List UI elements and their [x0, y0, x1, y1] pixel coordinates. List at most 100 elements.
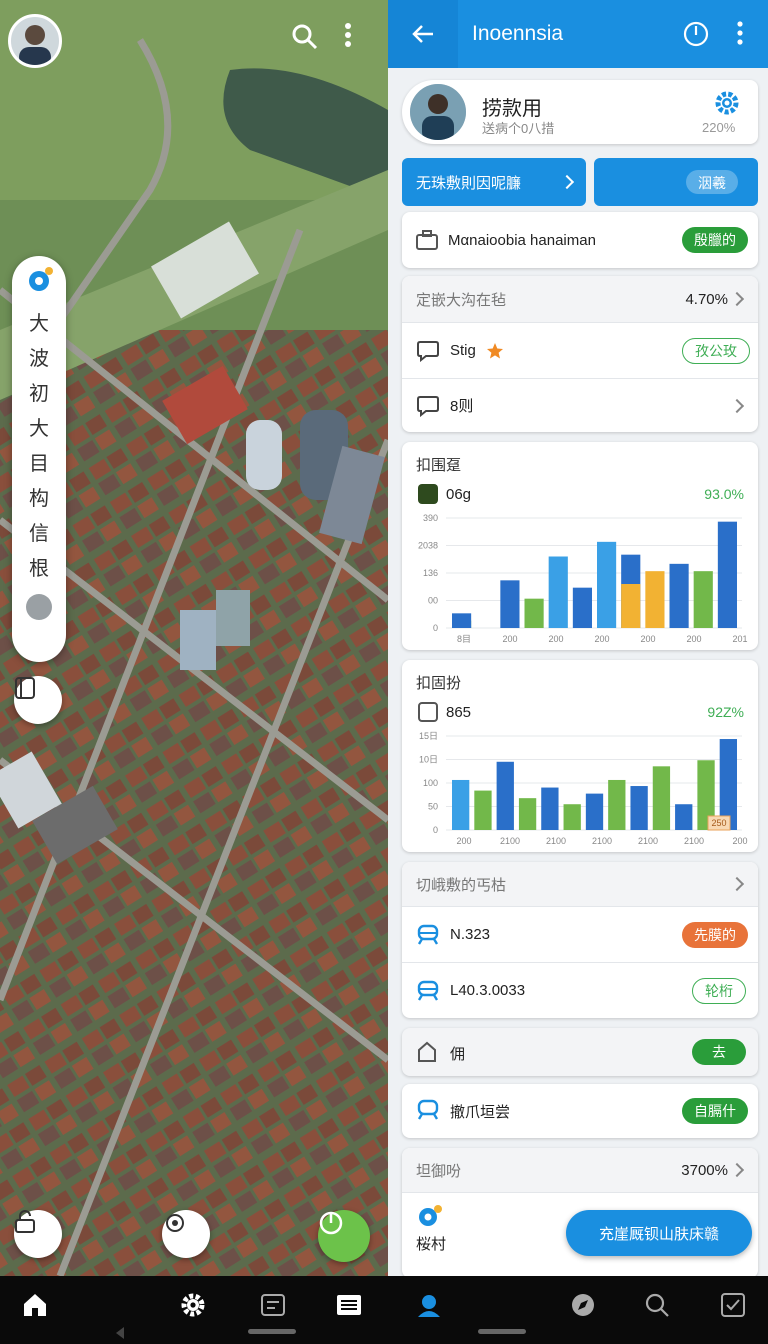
note-icon	[261, 1294, 285, 1316]
chart-title: 扣围趸	[416, 457, 462, 474]
chevron-right-icon	[729, 876, 745, 892]
list-header[interactable]: 坦御吩 3700%	[402, 1148, 758, 1192]
layers-icon	[15, 677, 35, 699]
sidebar-char[interactable]: 波	[29, 341, 49, 376]
chart-bar	[597, 541, 617, 628]
map-view[interactable]: 大 波 初 大 目 构 信 根	[0, 0, 388, 1276]
sidebar-char[interactable]: 信	[29, 516, 49, 551]
devices-list-card: 切峨敷的丐枯 N.323 先膜的 L40.3.0033 轮桁	[402, 862, 758, 1018]
nav-notes[interactable]	[258, 1290, 288, 1320]
y-tick-label: 15日	[419, 731, 438, 741]
profile-card[interactable]: 捞款用 送病个0八措 220%	[402, 80, 758, 144]
nav-explore[interactable]	[568, 1290, 598, 1320]
chart-bar	[474, 790, 492, 830]
page-title: Inoennsia	[472, 22, 564, 45]
sidebar-char[interactable]: 构	[29, 481, 49, 516]
recenter-button[interactable]	[162, 1210, 210, 1258]
secondary-action-button[interactable]: 洇羲	[594, 158, 758, 206]
row-label: 撤爪垣尝	[450, 1104, 511, 1121]
status-badge: 自膈什	[682, 1098, 748, 1124]
list-item[interactable]: Stig 孜公玫	[402, 322, 758, 378]
x-tick-label: 200	[456, 836, 471, 846]
map-layer-sidebar: 大 波 初 大 目 构 信 根	[12, 256, 66, 662]
x-tick-label: 2100	[638, 836, 658, 846]
person-icon	[410, 84, 466, 140]
list-item-label: N.323	[450, 926, 491, 943]
nav-home[interactable]	[20, 1290, 50, 1320]
list-icon	[337, 1295, 361, 1315]
sidebar-char[interactable]: 大	[29, 411, 49, 446]
sidebar-char[interactable]: 大	[29, 306, 49, 341]
chevron-right-icon	[559, 174, 575, 190]
x-tick-label: 200	[594, 634, 609, 644]
info-text: Mαnaioobia hanaiman	[448, 232, 596, 249]
more-menu-button[interactable]	[736, 20, 752, 48]
nav-list[interactable]	[334, 1290, 364, 1320]
x-tick-label: 2100	[546, 836, 566, 846]
gear-icon	[181, 1293, 205, 1317]
nav-tasks[interactable]	[718, 1290, 748, 1320]
lock-button[interactable]	[14, 1210, 62, 1258]
list-header[interactable]: 切峨敷的丐枯	[402, 862, 758, 906]
x-tick-label: 2100	[592, 836, 612, 846]
chart-bar	[548, 556, 568, 628]
user-avatar[interactable]	[8, 14, 62, 68]
chart-bar	[452, 779, 470, 830]
single-row-card[interactable]: 撤爪垣尝 自膈什	[402, 1084, 758, 1138]
list-header[interactable]: 定嵌大沟在毡 4.70%	[402, 276, 758, 322]
more-menu-button[interactable]	[344, 22, 366, 54]
arrow-left-icon	[412, 25, 433, 43]
nav-search[interactable]	[642, 1290, 672, 1320]
layers-button[interactable]	[14, 676, 62, 724]
primary-action-label: 无珠敷則因呢臁	[416, 174, 522, 192]
chart-subtitle: 06g	[446, 486, 472, 503]
compass-icon[interactable]	[26, 594, 52, 620]
secondary-action-label: 洇羲	[686, 170, 738, 194]
single-row-card[interactable]: 佣 去	[402, 1028, 758, 1076]
x-tick-label: 2100	[500, 836, 520, 846]
system-home-bar[interactable]	[248, 1329, 296, 1334]
list-item[interactable]: L40.3.0033 轮桁	[402, 962, 758, 1018]
list-header-title: 切峨敷的丐枯	[416, 876, 507, 894]
list-item[interactable]: N.323 先膜的	[402, 906, 758, 962]
back-button[interactable]	[388, 0, 458, 68]
start-button[interactable]	[318, 1210, 370, 1262]
chart-card-2[interactable]: 扣固扮 865 92Z% 15日 10日 100 50 0 200 2100 2100 2100…	[402, 660, 758, 852]
chart-bar	[541, 787, 559, 830]
search-button[interactable]	[290, 22, 322, 54]
row-label: 佣	[450, 1046, 466, 1063]
stats-list-card: 定嵌大沟在毡 4.70% Stig 孜公玫 8则	[402, 276, 758, 432]
chevron-right-icon	[729, 398, 745, 413]
chevron-right-icon	[729, 291, 745, 307]
chart-percent: 93.0%	[704, 486, 744, 502]
sidebar-char[interactable]: 目	[29, 446, 49, 481]
bar-chart-1: 39020381360008目 200 200 200 200 200 201	[418, 513, 748, 644]
briefcase-icon	[416, 230, 438, 250]
list-item[interactable]: 8则	[402, 378, 758, 432]
list-item-label: L40.3.0033	[450, 982, 526, 999]
power-button[interactable]	[682, 20, 710, 48]
profile-name: 捞款用	[482, 98, 542, 120]
sidebar-char[interactable]: 根	[29, 551, 49, 586]
profile-settings-button[interactable]	[714, 90, 740, 116]
chart-bar	[652, 766, 671, 830]
nav-profile[interactable]	[414, 1290, 444, 1320]
chart-card-1[interactable]: 扣围趸 06g 93.0% 390 2038 136 00 0 8目 200 200 200 20…	[402, 442, 758, 650]
list-header-title: 坦御吩	[416, 1162, 462, 1180]
chart-bar	[630, 786, 648, 830]
settings-gear-icon[interactable]	[24, 266, 54, 296]
floating-action-button[interactable]: 充崖厩钡山肤床赣	[566, 1210, 752, 1256]
lock-icon	[15, 1210, 35, 1233]
vehicle-icon	[417, 924, 439, 945]
chart-percent: 92Z%	[707, 704, 744, 720]
system-back-icon[interactable]	[114, 1326, 126, 1340]
system-home-bar[interactable]	[478, 1329, 526, 1334]
sidebar-char[interactable]: 初	[29, 376, 49, 411]
x-tick-label: 8目	[457, 634, 471, 644]
primary-action-button[interactable]: 无珠敷則因呢臁	[402, 158, 586, 206]
y-tick-label: 390	[423, 513, 438, 523]
nav-settings[interactable]	[178, 1290, 208, 1320]
power-icon	[683, 21, 709, 47]
info-card[interactable]: Mαnaioobia hanaiman 殷臘的	[402, 212, 758, 268]
chart-bar	[717, 521, 737, 628]
